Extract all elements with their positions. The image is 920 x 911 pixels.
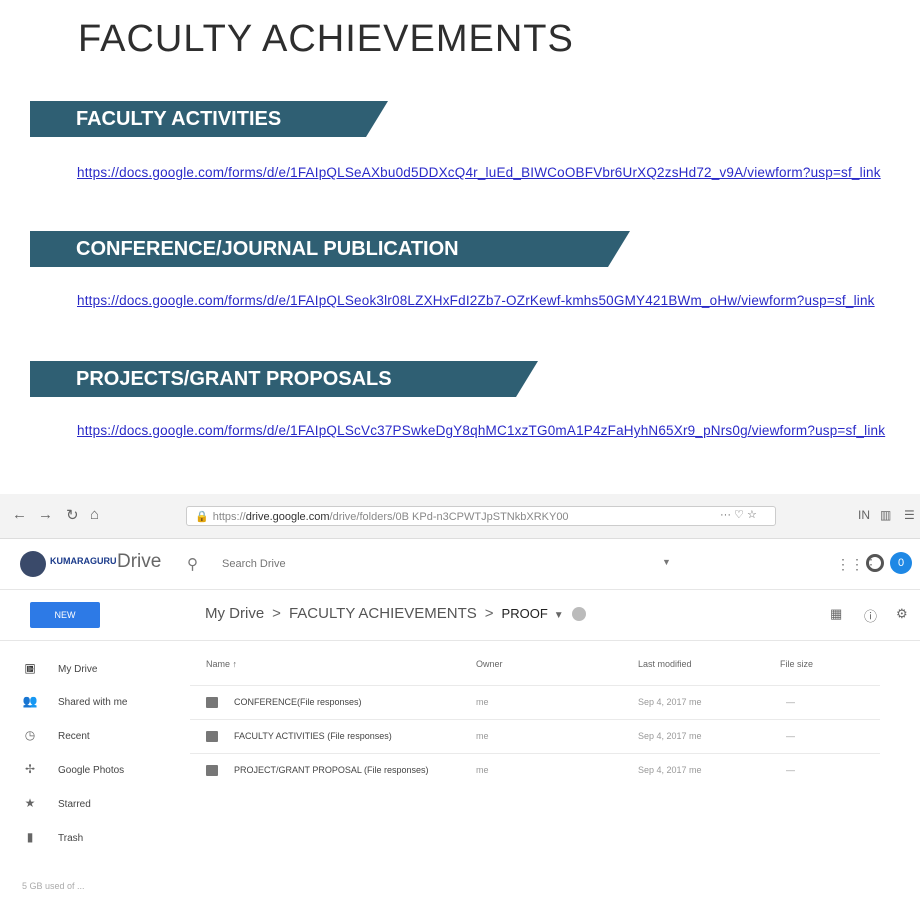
file-modified: Sep 4, 2017 me [638,765,702,775]
file-owner: me [476,697,489,707]
sidebar-item-recent[interactable]: ◷ Recent [22,728,90,748]
search-options-icon[interactable]: ▼ [662,557,671,567]
drive-sidebar: ▶ ▣ My Drive 👥 Shared with me ◷ Recent ✢ Goo… [0,641,190,911]
sidebar-item-label: Starred [58,799,91,810]
forward-icon[interactable]: → [38,506,53,523]
sidebar-item-label: Shared with me [58,697,128,708]
shared-people-icon [571,607,586,622]
back-icon[interactable]: ← [12,506,27,523]
url-scheme: https:// [212,511,246,523]
file-owner: me [476,765,489,775]
search-icon[interactable]: ⚲ [187,555,198,573]
column-name[interactable]: Name ↑ [206,659,237,669]
sidebar-item-label: Trash [58,833,84,844]
breadcrumb-proof[interactable]: PROOF [502,606,548,621]
sidebar-item-label: Recent [58,731,90,742]
sidebar-item-shared[interactable]: 👥 Shared with me [22,694,128,714]
reload-icon[interactable]: ↻ [66,506,79,524]
file-owner: me [476,731,489,741]
file-size: — [786,697,795,707]
college-logo [20,551,46,577]
file-name: FACULTY ACTIVITIES (File responses) [234,731,392,741]
new-button[interactable]: NEW [30,602,100,628]
drive-header: KUMARAGURU Drive ⚲ ▼ ⋮⋮⋮ 0 [0,539,920,590]
drive-subbar: NEW My Drive > FACULTY ACHIEVEMENTS > PROOF ▼… [0,590,920,641]
breadcrumb-my-drive[interactable]: My Drive [205,605,264,622]
expand-arrow-icon[interactable]: ▶ [28,664,34,673]
storage-usage: 5 GB used of ... [22,881,85,891]
lock-icon: 🔒 [195,511,209,523]
folder-icon [206,731,218,742]
clock-icon: ◷ [24,728,36,742]
file-modified: Sep 4, 2017 me [638,731,702,741]
conference-link[interactable]: https://docs.google.com/forms/d/e/1FAIpQ… [77,293,887,309]
search-input[interactable] [220,553,664,575]
browser-toolbar: ← → ↻ ⌂ 🔒 https://drive.google.com/drive/… [0,494,920,539]
sidebar-icon[interactable]: ▥ [880,508,891,522]
url-path: /drive/folders/0B KPd-n3CPWTJpSTNkbXRKY0… [329,511,569,523]
sidebar-item-trash[interactable]: ▮ Trash [22,830,84,850]
info-icon[interactable]: ⓘ [864,606,877,625]
url-host: drive.google.com [245,511,330,523]
breadcrumb-separator: > [272,605,281,622]
column-last-modified[interactable]: Last modified [638,659,692,669]
file-size: — [786,765,795,775]
slide-title: FACULTY ACHIEVEMENTS [78,18,574,60]
sidebar-item-label: My Drive [58,664,98,675]
file-list: Name ↑ Owner Last modified File size CON… [190,641,920,911]
table-row[interactable]: CONFERENCE(File responses) me Sep 4, 201… [190,685,880,720]
column-owner: Owner [476,659,503,669]
chevron-down-icon[interactable]: ▼ [554,610,564,621]
logo-text: KUMARAGURU [50,556,117,566]
sidebar-item-photos[interactable]: ✢ Google Photos [22,762,124,782]
section-heading-conference: CONFERENCE/JOURNAL PUBLICATION [30,231,630,267]
trash-icon: ▮ [26,830,34,844]
section-heading-faculty-activities: FACULTY ACTIVITIES [30,101,388,137]
sidebar-item-label: Google Photos [58,765,125,776]
settings-gear-icon[interactable]: ⚙ [896,606,908,622]
notifications-icon[interactable] [866,554,884,572]
table-row[interactable]: PROJECT/GRANT PROPOSAL (File responses) … [190,753,880,788]
sidebar-item-my-drive[interactable]: ▶ ▣ My Drive [22,661,97,681]
library-icon[interactable]: IN [858,508,870,522]
account-avatar[interactable]: 0 [890,552,912,574]
file-modified: Sep 4, 2017 me [638,697,702,707]
file-name: PROJECT/GRANT PROPOSAL (File responses) [234,765,429,775]
breadcrumb: My Drive > FACULTY ACHIEVEMENTS > PROOF ▼ [205,605,586,622]
drive-title[interactable]: Drive [117,551,161,573]
shared-icon: 👥 [22,694,38,708]
menu-icon[interactable]: ☰ [904,508,915,522]
column-file-size: File size [780,659,814,669]
drive-screenshot: ← → ↻ ⌂ 🔒 https://drive.google.com/drive/… [0,494,920,911]
folder-icon [206,697,218,708]
file-size: — [786,731,795,741]
home-icon[interactable]: ⌂ [90,506,99,523]
projects-link[interactable]: https://docs.google.com/forms/d/e/1FAIpQ… [77,423,887,439]
sidebar-item-starred[interactable]: ★ Starred [22,796,91,816]
file-name: CONFERENCE(File responses) [234,697,362,707]
pinwheel-icon: ✢ [24,762,36,776]
grid-view-icon[interactable]: ▦ [830,606,842,622]
address-bar[interactable]: 🔒 https://drive.google.com/drive/folders/… [186,506,776,526]
section-heading-projects: PROJECTS/GRANT PROPOSALS [30,361,538,397]
star-icon: ★ [24,796,36,810]
table-row[interactable]: FACULTY ACTIVITIES (File responses) me S… [190,719,880,754]
page-actions[interactable]: ··· ♡ ☆ [720,508,757,521]
breadcrumb-faculty-achievements[interactable]: FACULTY ACHIEVEMENTS [289,605,477,622]
folder-icon [206,765,218,776]
faculty-activities-link[interactable]: https://docs.google.com/forms/d/e/1FAIpQ… [77,165,887,181]
breadcrumb-separator: > [484,605,494,622]
